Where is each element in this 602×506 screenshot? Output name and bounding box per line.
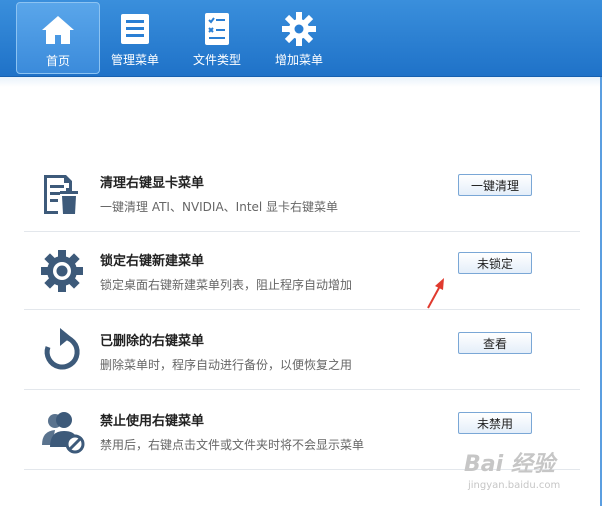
user-forbidden-icon (42, 412, 85, 454)
toolbar-manage-menu-tab[interactable]: 管理菜单 (93, 2, 177, 74)
toolbar-add-menu-label: 增加菜单 (274, 53, 323, 67)
lock-toggle-button[interactable]: 未锁定 (458, 252, 532, 274)
toolbar-file-type-tab[interactable]: 文件类型 (175, 2, 259, 74)
row-title: 清理右键显卡菜单 (100, 176, 205, 191)
toolbar-home-tab[interactable]: 首页 (16, 2, 100, 74)
toolbar-file-type-label: 文件类型 (192, 53, 241, 67)
checklist-icon (205, 13, 229, 45)
top-toolbar: 首页 管理菜单 文件类型 增加菜单 (0, 0, 602, 77)
row-description: 禁用后，右键点击文件或文件夹时将不会显示菜单 (100, 438, 365, 452)
view-button[interactable]: 查看 (458, 332, 532, 354)
one-click-clean-button[interactable]: 一键清理 (458, 174, 532, 196)
list-icon (121, 14, 149, 44)
row-title: 已删除的右键菜单 (100, 334, 205, 349)
home-icon (42, 16, 74, 44)
row-title: 锁定右键新建菜单 (100, 254, 205, 269)
row-description: 一键清理 ATI、NVIDIA、Intel 显卡右键菜单 (100, 200, 339, 214)
gear-icon (41, 250, 83, 292)
watermark-url: jingyan.baidu.com (468, 480, 561, 491)
row-divider (24, 309, 580, 310)
toolbar-manage-menu-label: 管理菜单 (110, 53, 159, 67)
gear-icon (282, 12, 316, 46)
document-trash-icon (44, 175, 78, 214)
row-title: 禁止使用右键菜单 (100, 414, 205, 429)
annotation-arrow-icon (427, 278, 444, 309)
row-divider (24, 389, 580, 390)
row-lock-new-menu: 锁定右键新建菜单 锁定桌面右键新建菜单列表，阻止程序自动增加 未锁定 (24, 232, 580, 310)
baidu-watermark: Bai 经验 jingyan.baidu.com (464, 446, 584, 496)
toolbar-home-label: 首页 (45, 54, 70, 68)
row-deleted-menus: 已删除的右键菜单 删除菜单时，程序自动进行备份，以便恢复之用 查看 (24, 312, 580, 390)
row-description: 锁定桌面右键新建菜单列表，阻止程序自动增加 (100, 278, 353, 292)
restore-icon (44, 328, 80, 370)
row-clean-gpu-menu: 清理右键显卡菜单 一键清理 ATI、NVIDIA、Intel 显卡右键菜单 一键… (24, 154, 580, 232)
toolbar-shadow-band (0, 77, 602, 87)
disable-toggle-button[interactable]: 未禁用 (458, 412, 532, 434)
toolbar-add-menu-tab[interactable]: 增加菜单 (257, 2, 341, 74)
row-description: 删除菜单时，程序自动进行备份，以便恢复之用 (100, 358, 353, 372)
watermark-logo-text: Bai 经验 (464, 452, 555, 477)
